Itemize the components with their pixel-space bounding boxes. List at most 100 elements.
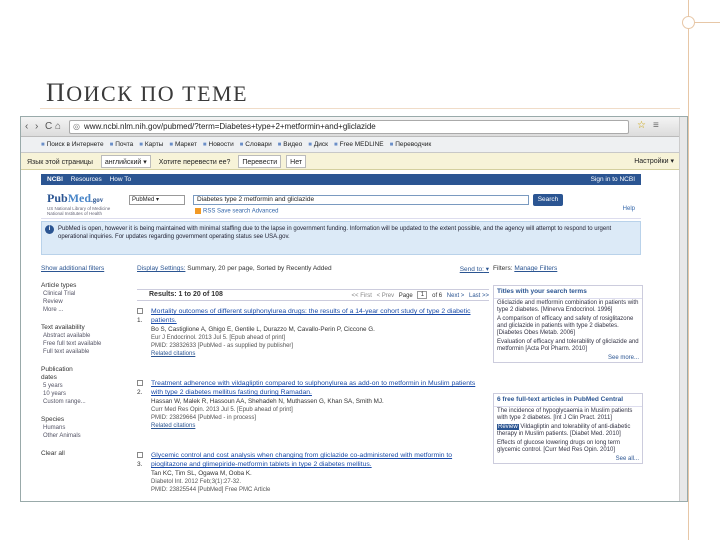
globe-icon: ◎ [73,122,80,131]
resources-menu[interactable]: Resources [71,176,102,183]
see-all-link[interactable]: See all... [494,455,642,463]
page-of: of 6 [432,292,443,299]
filters-label: Filters: [493,265,513,272]
filter-item[interactable]: More ... [43,306,133,314]
search-button[interactable]: Search [533,194,563,206]
bookmark-item[interactable]: Переводчик [390,137,431,153]
record-checkbox[interactable] [137,452,143,458]
titles-box-heading[interactable]: Titles with your search terms [494,286,642,299]
howto-menu[interactable]: How To [110,176,132,183]
filters-row: Filters: Manage Filters [493,265,643,272]
translate-button[interactable]: Перевести [238,155,282,168]
translate-settings[interactable]: Настройки ▾ [631,155,677,168]
free-articles-item[interactable]: Review Vildagliptin and tolerability of … [494,423,642,439]
filter-item[interactable]: Clinical Trial [43,290,133,298]
database-select[interactable]: PubMed ▾ [129,195,185,205]
bookmark-item[interactable]: Диск [308,137,328,153]
send-to-link[interactable]: Send to: ▾ [460,265,489,273]
save-search-link[interactable]: Save search [217,209,250,215]
bookmark-item[interactable]: Видео [278,137,302,153]
record-title[interactable]: Mortality outcomes of different sulphony… [151,307,489,325]
manage-filters-link[interactable]: Manage Filters [514,265,557,272]
vertical-scrollbar[interactable] [679,117,687,501]
record-checkbox[interactable] [137,308,143,314]
free-articles-heading[interactable]: 6 free full-text articles in PubMed Cent… [494,394,642,407]
filter-item[interactable]: Custom range... [43,398,133,406]
ncbi-header: NCBI Resources How To Sign in to NCBI [41,174,641,185]
language-select[interactable]: английский ▾ [100,155,151,168]
filter-item[interactable]: Other Animals [43,432,133,440]
star-icon[interactable]: ☆ [637,120,646,131]
no-button[interactable]: Нет [286,155,307,168]
last-page-link[interactable]: Last >> [469,293,489,299]
titles-box-item[interactable]: Gliclazide and metformin combination in … [494,299,642,315]
ncbi-logo[interactable]: NCBI [47,176,63,183]
bookmark-item[interactable]: Карты [139,137,164,153]
home-icon[interactable]: ⌂ [55,121,61,132]
back-icon[interactable]: ‹ [25,121,28,132]
titles-box-item[interactable]: Evaluation of efficacy and tolerability … [494,338,642,354]
advanced-link[interactable]: Advanced [252,209,279,215]
filter-group-species: Species Humans Other Animals [41,416,133,440]
bookmark-item[interactable]: Free MEDLINE [334,137,384,153]
filter-group-article-types: Article types Clinical Trial Review More… [41,282,133,314]
filter-item[interactable]: 10 years [43,390,133,398]
record-number: 2. [137,389,143,396]
filter-item[interactable]: Full text available [43,348,133,356]
record-checkbox[interactable] [137,380,143,386]
filter-item[interactable]: 5 years [43,382,133,390]
record-number: 1. [137,317,143,324]
prev-page-link[interactable]: < Prev [377,293,395,299]
review-highlight: Review [497,424,519,430]
menu-icon[interactable]: ≡ [653,120,659,131]
pubmed-logo[interactable]: PubMed.gov [47,191,103,206]
decor-line-vertical [688,0,689,540]
see-more-link[interactable]: See more... [494,354,642,362]
filter-item[interactable]: Review [43,298,133,306]
logo-gov: .gov [91,196,104,204]
bookmarks-bar: Поиск в Интернете Почта Карты Маркет Нов… [21,137,681,153]
help-link[interactable]: Help [623,206,635,212]
free-articles-box: 6 free full-text articles in PubMed Cent… [493,393,643,464]
filter-item[interactable]: Abstract available [43,332,133,340]
translate-settings-label: Настройки [634,158,669,165]
page-input[interactable]: 1 [417,291,428,299]
record-pmid: PMID: 23825544 [PubMed] Free PMC Article [151,487,271,493]
filter-item[interactable]: Humans [43,424,133,432]
record-pmid: PMID: 23829664 [PubMed - in process] [151,415,257,421]
show-filters-link[interactable]: Show additional filters [41,265,133,272]
clear-all-link[interactable]: Clear all [41,450,133,458]
filter-group-text-availability: Text availability Abstract available Fre… [41,324,133,356]
bookmark-item[interactable]: Почта [110,137,133,153]
page-label: Page [398,292,413,299]
free-articles-item[interactable]: The incidence of hypoglycaemia in Muslim… [494,407,642,423]
next-page-link[interactable]: Next > [447,293,465,299]
record-title[interactable]: Treatment adherence with vildagliptin co… [151,379,489,397]
result-record: 1. Mortality outcomes of different sulph… [137,307,489,363]
pager: << First < Prev Page 1 of 6 Next > Last … [349,291,489,299]
slide-title-first: П [46,78,67,107]
rss-link[interactable]: RSS [203,209,215,215]
first-page-link[interactable]: << First [352,293,372,299]
forward-icon[interactable]: › [35,121,38,132]
record-title[interactable]: Glycemic control and cost analysis when … [151,451,489,469]
related-citations-link[interactable]: Related citations [151,422,195,430]
translate-question: Хотите перевести ее? [158,159,231,166]
search-input[interactable]: Diabetes type 2 metformin and gliclazide [193,195,529,205]
record-journal: Curr Med Res Opin. 2013 Jul 5. [Epub ahe… [151,407,293,413]
bookmark-item[interactable]: Новости [203,137,234,153]
bookmark-item[interactable]: Маркет [169,137,197,153]
sign-in-link[interactable]: Sign in to NCBI [591,174,635,185]
bookmark-item[interactable]: Словари [240,137,271,153]
free-articles-item[interactable]: Effects of glucose lowering drugs on lon… [494,439,642,455]
reload-icon[interactable]: C [45,121,52,132]
record-number: 3. [137,461,143,468]
titles-box: Titles with your search terms Gliclazide… [493,285,643,363]
notice-text: PubMed is open, however it is being main… [58,226,612,240]
related-citations-link[interactable]: Related citations [151,350,195,358]
titles-box-item[interactable]: A comparison of efficacy and safety of r… [494,315,642,338]
display-settings-link[interactable]: Display Settings: [137,265,185,272]
filter-item[interactable]: Free full text available [43,340,133,348]
address-bar[interactable]: ◎ www.ncbi.nlm.nih.gov/pubmed/?term=Diabe… [69,120,629,134]
bookmark-item[interactable]: Поиск в Интернете [41,137,104,153]
